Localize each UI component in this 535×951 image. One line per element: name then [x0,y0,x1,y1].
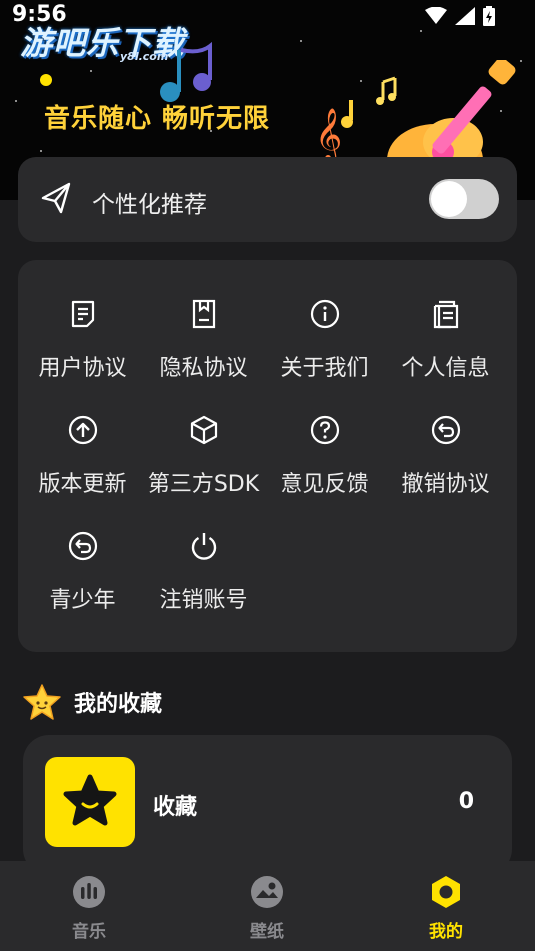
star-dot [90,70,92,72]
profile-hexagon-icon [432,876,460,908]
yellow-dot [40,74,52,86]
menu-item-label: 注销账号 [159,588,248,613]
favorites-title: 我的收藏 [74,692,163,717]
upload-circle-icon [68,415,97,445]
settings-menu-card: 用户协议 隐私协议 关于我们 个人信息 版本更新 第三方SDK 意见反馈 撤销协… [18,260,517,652]
tab-music[interactable]: 音乐 [29,875,149,942]
favorite-star-icon [63,774,117,826]
status-icons [425,6,495,26]
menu-item-version-update[interactable]: 版本更新 [22,414,143,498]
banner-slogan: 音乐随心 畅听无限 [44,104,271,134]
menu-item-personal-info[interactable]: 个人信息 [385,298,506,382]
music-icon [73,876,105,908]
tab-music-label: 音乐 [72,922,106,942]
send-icon [41,182,71,214]
star-dot [15,100,17,102]
tab-mine[interactable]: 我的 [386,875,506,942]
menu-item-label: 个人信息 [401,356,490,381]
menu-item-revoke-agreement[interactable]: 撤销协议 [385,414,506,498]
copy-document-icon [433,300,458,329]
favorites-label: 收藏 [153,795,198,820]
signal-icon [455,7,475,25]
wallpaper-icon [251,876,283,908]
menu-item-label: 撤销协议 [401,472,490,497]
star-dot [420,30,422,32]
document-icon [71,300,94,328]
menu-item-label: 第三方SDK [147,472,260,497]
undo-circle-icon [68,531,97,561]
menu-item-third-party-sdk[interactable]: 第三方SDK [143,414,264,498]
favorites-count: 0 [458,789,474,814]
toggle-knob [431,181,467,217]
recommend-toggle[interactable] [429,179,499,219]
menu-item-about-us[interactable]: 关于我们 [264,298,385,382]
menu-item-feedback[interactable]: 意见反馈 [264,414,385,498]
menu-item-delete-account[interactable]: 注销账号 [143,530,264,614]
battery-icon [483,6,495,26]
undo-circle-icon [431,415,460,445]
recommend-label: 个性化推荐 [92,192,207,218]
star-dot [40,150,42,152]
cube-icon [190,415,217,445]
power-icon [191,533,216,560]
info-icon [310,299,339,329]
menu-item-teen-mode[interactable]: 青少年 [22,530,143,614]
tab-wallpaper[interactable]: 壁纸 [207,875,327,942]
svg-text:𝄞: 𝄞 [315,107,342,163]
favorites-thumbnail [45,757,135,847]
privacy-book-icon [192,299,215,329]
menu-item-label: 用户协议 [38,356,127,381]
bottom-tab-bar: 音乐 壁纸 我的 [0,861,535,951]
star-icon [23,684,61,720]
personalized-recommend-card: 个性化推荐 [18,157,517,242]
menu-item-privacy-agreement[interactable]: 隐私协议 [143,298,264,382]
favorites-item[interactable]: 收藏 0 [23,735,512,875]
favorites-header: 我的收藏 [22,683,162,721]
menu-item-label: 意见反馈 [280,472,369,497]
star-dot [300,40,302,42]
wifi-icon [425,7,447,24]
tab-wallpaper-label: 壁纸 [250,922,284,942]
tab-mine-label: 我的 [429,922,463,942]
menu-item-label: 青少年 [49,588,116,613]
menu-item-label: 隐私协议 [159,356,248,381]
menu-item-label: 版本更新 [38,472,127,497]
menu-item-label: 关于我们 [280,356,369,381]
question-circle-icon [310,415,339,445]
menu-item-user-agreement[interactable]: 用户协议 [22,298,143,382]
